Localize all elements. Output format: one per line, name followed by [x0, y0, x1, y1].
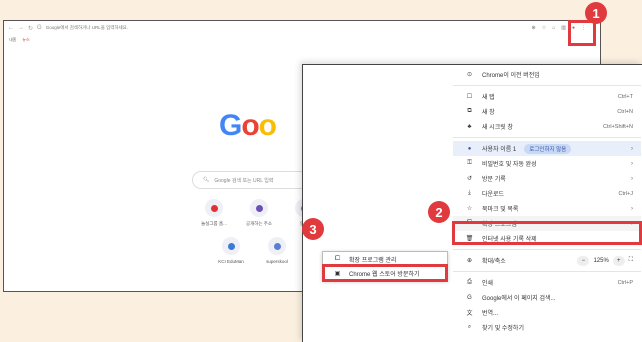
menu-label: 번역... [482, 311, 499, 317]
history-icon: ↺ [466, 176, 473, 182]
menu-label: 비밀번호 및 자동 완성 [482, 162, 537, 168]
menu-label: 다운로드 [482, 192, 505, 198]
chevron-right-icon: › [631, 145, 633, 152]
shortcut-icon [268, 237, 286, 255]
shortcut-label: KCI EduMan [218, 259, 244, 264]
highlight-extensions-item [452, 221, 642, 245]
menu-divider [453, 271, 641, 272]
zoom-out-button[interactable]: − [577, 255, 590, 266]
sidebar-icon[interactable]: ▥ [561, 25, 566, 31]
menu-shortcut: Ctrl+P [617, 279, 633, 286]
menu-divider [453, 137, 641, 138]
menu-label: 확대/축소 [482, 259, 506, 265]
menu-label: 북마크 및 목록 [482, 207, 519, 213]
menu-item-new-window[interactable]: ⧉ 새 창 Ctrl+N [453, 104, 641, 119]
zoom-icon: ⊕ [466, 258, 473, 264]
menu-divider [453, 85, 641, 86]
incognito-icon: ♣ [467, 123, 472, 130]
google-g-icon: G [37, 25, 42, 31]
chrome-menu-panel: ⊙ Chrome이 이전 버전임 ☐ 새 탭 Ctrl+T ⧉ 새 창 Ctrl… [302, 64, 642, 342]
menu-item-profile[interactable]: ● 사용자 이름 1 로그인하지 않음 › [453, 141, 641, 156]
menu-item-incognito[interactable]: ♣ 새 시크릿 창 Ctrl+Shift+N [453, 119, 641, 134]
search-icon: 🔍︎ [203, 177, 210, 183]
zoom-icon[interactable]: ⊕ [532, 25, 536, 31]
signin-badge: 로그인하지 않음 [524, 143, 572, 154]
shortcut-tile[interactable]: 놀실그룹 홈... [197, 199, 231, 227]
address-bar[interactable]: Google에서 검색하거나 URL을 입력하세요. [46, 25, 246, 31]
menu-item-bookmarks[interactable]: ☆ 북마크 및 목록 › [453, 201, 641, 216]
key-icon: ⚿ [467, 160, 472, 166]
menu-shortcut: Ctrl+Shift+N [603, 123, 633, 130]
star-icon[interactable]: ☆ [542, 25, 546, 31]
fullscreen-icon[interactable]: ⛶ [629, 257, 633, 264]
shortcut-label: superskool [266, 259, 288, 264]
puzzle-icon: ⧠ [335, 255, 340, 262]
google-icon: G [467, 294, 472, 301]
step-badge-3: 3 [302, 218, 324, 240]
extensions-icon[interactable]: ⌂ [552, 25, 555, 31]
menu-label: 찾기 및 수정하기 [482, 326, 524, 332]
google-logo: Goo [219, 109, 277, 142]
menu-label: 사용자 이름 1 [482, 147, 517, 153]
shortcut-tile[interactable]: KCI EduMan [214, 237, 248, 264]
menu-item-zoom: ⊕ 확대/축소 − 125% + ⛶ [453, 253, 641, 268]
shortcut-icon [205, 199, 223, 217]
new-window-icon: ⧉ [467, 108, 472, 114]
reload-icon[interactable]: ↻ [28, 25, 33, 32]
highlight-web-store-item [322, 264, 448, 282]
menu-shortcut: Ctrl+T [617, 93, 633, 100]
chevron-right-icon: › [631, 175, 633, 182]
bookmark-icon: ☆ [466, 206, 473, 212]
shortcut-label: 공개하는 주소 [245, 221, 273, 226]
zoom-in-button[interactable]: + [612, 255, 625, 266]
highlight-menu-button [568, 20, 596, 46]
menu-shortcut: Ctrl+J [618, 190, 633, 197]
menu-label: 새 시크릿 창 [482, 125, 513, 131]
forward-icon[interactable]: → [18, 25, 24, 31]
menu-divider [453, 249, 641, 250]
shortcut-icon [222, 237, 240, 255]
shortcut-icon [250, 199, 268, 217]
chrome-icon: ⊙ [466, 72, 473, 78]
step-badge-2: 2 [428, 201, 450, 223]
person-icon: ● [467, 145, 472, 152]
step-badge-1: 1 [585, 2, 607, 24]
zoom-value: 125% [593, 257, 609, 264]
menu-label: 인쇄 [482, 281, 494, 287]
menu-item-find-edit[interactable]: ⌕ 찾기 및 수정하기 [453, 320, 641, 335]
menu-item-restore[interactable]: ⊙ Chrome이 이전 버전임 [453, 67, 641, 82]
menu-item-translate[interactable]: 文 번역... [453, 305, 641, 320]
menu-label: 새 창 [482, 110, 495, 116]
menu-item-print[interactable]: ⎙ 인쇄 Ctrl+P [453, 275, 641, 290]
menu-item-history[interactable]: ↺ 방문 기록 › [453, 171, 641, 186]
menu-item-passwords[interactable]: ⚿ 비밀번호 및 자동 완성 › [453, 156, 641, 171]
shortcut-label: 놀실그룹 홈... [201, 221, 227, 226]
chrome-menu: ⊙ Chrome이 이전 버전임 ☐ 새 탭 Ctrl+T ⧉ 새 창 Ctrl… [453, 67, 641, 335]
download-icon: ⤓ [468, 190, 471, 196]
shortcut-tile[interactable]: superskool [260, 237, 294, 264]
menu-label: Google에서 이 페이지 검색... [482, 296, 556, 302]
search-placeholder: Google 검색 또는 URL 입력 [214, 177, 274, 184]
menu-item-new-tab[interactable]: ☐ 새 탭 Ctrl+T [453, 89, 641, 104]
chevron-right-icon: › [631, 205, 633, 212]
zoom-controls: − 125% + ⛶ [577, 255, 641, 266]
print-icon: ⎙ [467, 279, 472, 285]
bookmark-item[interactable]: 뉴스 [22, 37, 29, 43]
find-icon: ⌕ [467, 324, 472, 330]
menu-shortcut: Ctrl+N [617, 108, 633, 115]
menu-label: Chrome이 이전 버전임 [482, 73, 540, 79]
bookmark-item[interactable]: 내홈 [9, 37, 16, 43]
bookmarks-bar: 내홈 뉴스 [4, 35, 600, 44]
shortcut-tile[interactable]: 공개하는 주소 [242, 199, 276, 227]
browser-toolbar: ← → ↻ G Google에서 검색하거나 URL을 입력하세요. ⊕ ☆ ⌂… [4, 21, 600, 35]
menu-label: 방문 기록 [482, 177, 506, 183]
chevron-right-icon: › [631, 160, 633, 167]
menu-label: 새 탭 [482, 95, 495, 101]
new-tab-icon: ☐ [466, 94, 473, 100]
back-icon[interactable]: ← [8, 25, 14, 31]
translate-icon: 文 [466, 311, 473, 317]
menu-item-search-page[interactable]: G Google에서 이 페이지 검색... [453, 290, 641, 305]
menu-item-downloads[interactable]: ⤓ 다운로드 Ctrl+J [453, 186, 641, 201]
submenu-label: 확장 프로그램 관리 [349, 257, 397, 264]
